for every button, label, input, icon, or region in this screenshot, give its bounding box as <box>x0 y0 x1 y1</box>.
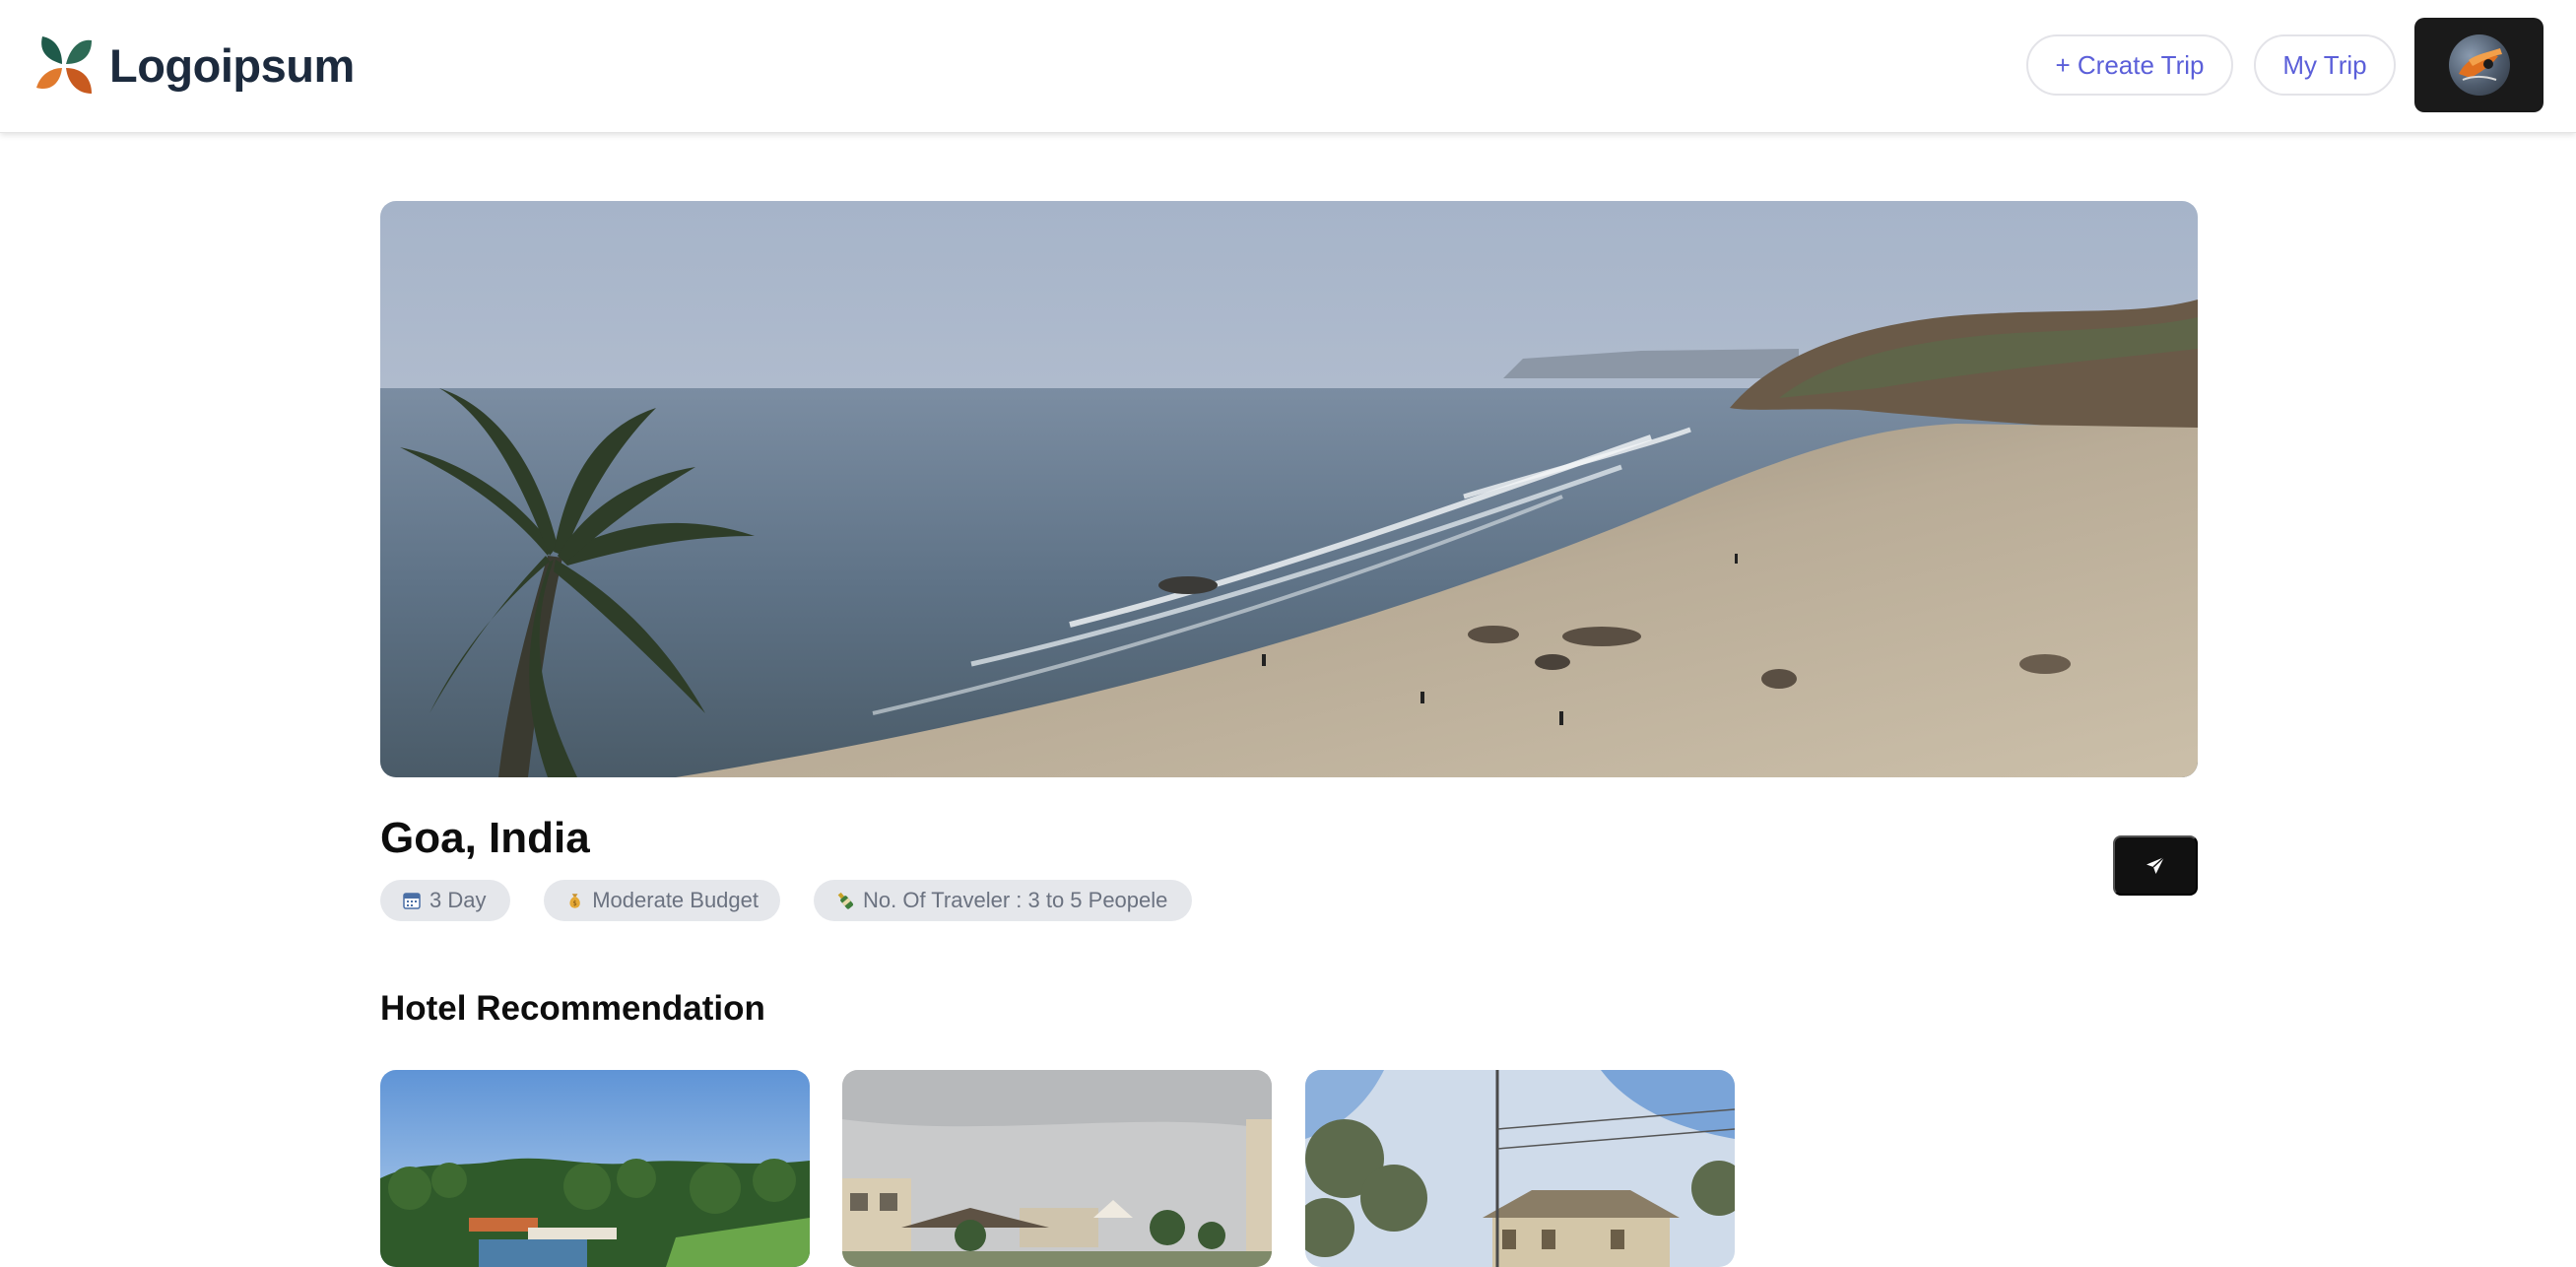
calendar-icon <box>403 893 421 909</box>
hotel-image <box>380 1070 810 1267</box>
bottle-icon <box>837 892 854 909</box>
logo[interactable]: Logoipsum <box>33 30 355 100</box>
hotel-card[interactable] <box>1305 1070 1735 1267</box>
hotel-image <box>1305 1070 1735 1267</box>
budget-chip: $ Moderate Budget <box>544 880 780 921</box>
hotel-image <box>842 1070 1272 1267</box>
hotel-section-title: Hotel Recommendation <box>380 989 765 1028</box>
avatar <box>2448 34 2510 96</box>
svg-text:$: $ <box>572 900 576 907</box>
my-trip-button[interactable]: My Trip <box>2254 34 2396 96</box>
hotel-card[interactable] <box>842 1070 1272 1267</box>
travelers-chip-label: No. Of Traveler : 3 to 5 Peopele <box>863 888 1168 912</box>
days-chip: 3 Day <box>380 880 510 921</box>
share-button[interactable] <box>2113 835 2198 896</box>
travelers-chip: No. Of Traveler : 3 to 5 Peopele <box>814 880 1192 921</box>
hotel-card[interactable] <box>380 1070 810 1267</box>
top-header: Logoipsum + Create Trip My Trip <box>0 0 2576 133</box>
destination-title: Goa, India <box>380 814 590 862</box>
send-icon <box>2147 855 2165 874</box>
avatar-figure-icon <box>2458 48 2502 81</box>
budget-chip-label: Moderate Budget <box>592 888 759 912</box>
destination-hero-image <box>380 201 2198 777</box>
create-trip-button[interactable]: + Create Trip <box>2026 34 2233 96</box>
profile-button[interactable] <box>2414 18 2543 112</box>
days-chip-label: 3 Day <box>429 888 487 912</box>
logo-text: Logoipsum <box>109 38 355 92</box>
logo-mark-icon <box>36 36 92 94</box>
money-bag-icon: $ <box>569 894 580 908</box>
